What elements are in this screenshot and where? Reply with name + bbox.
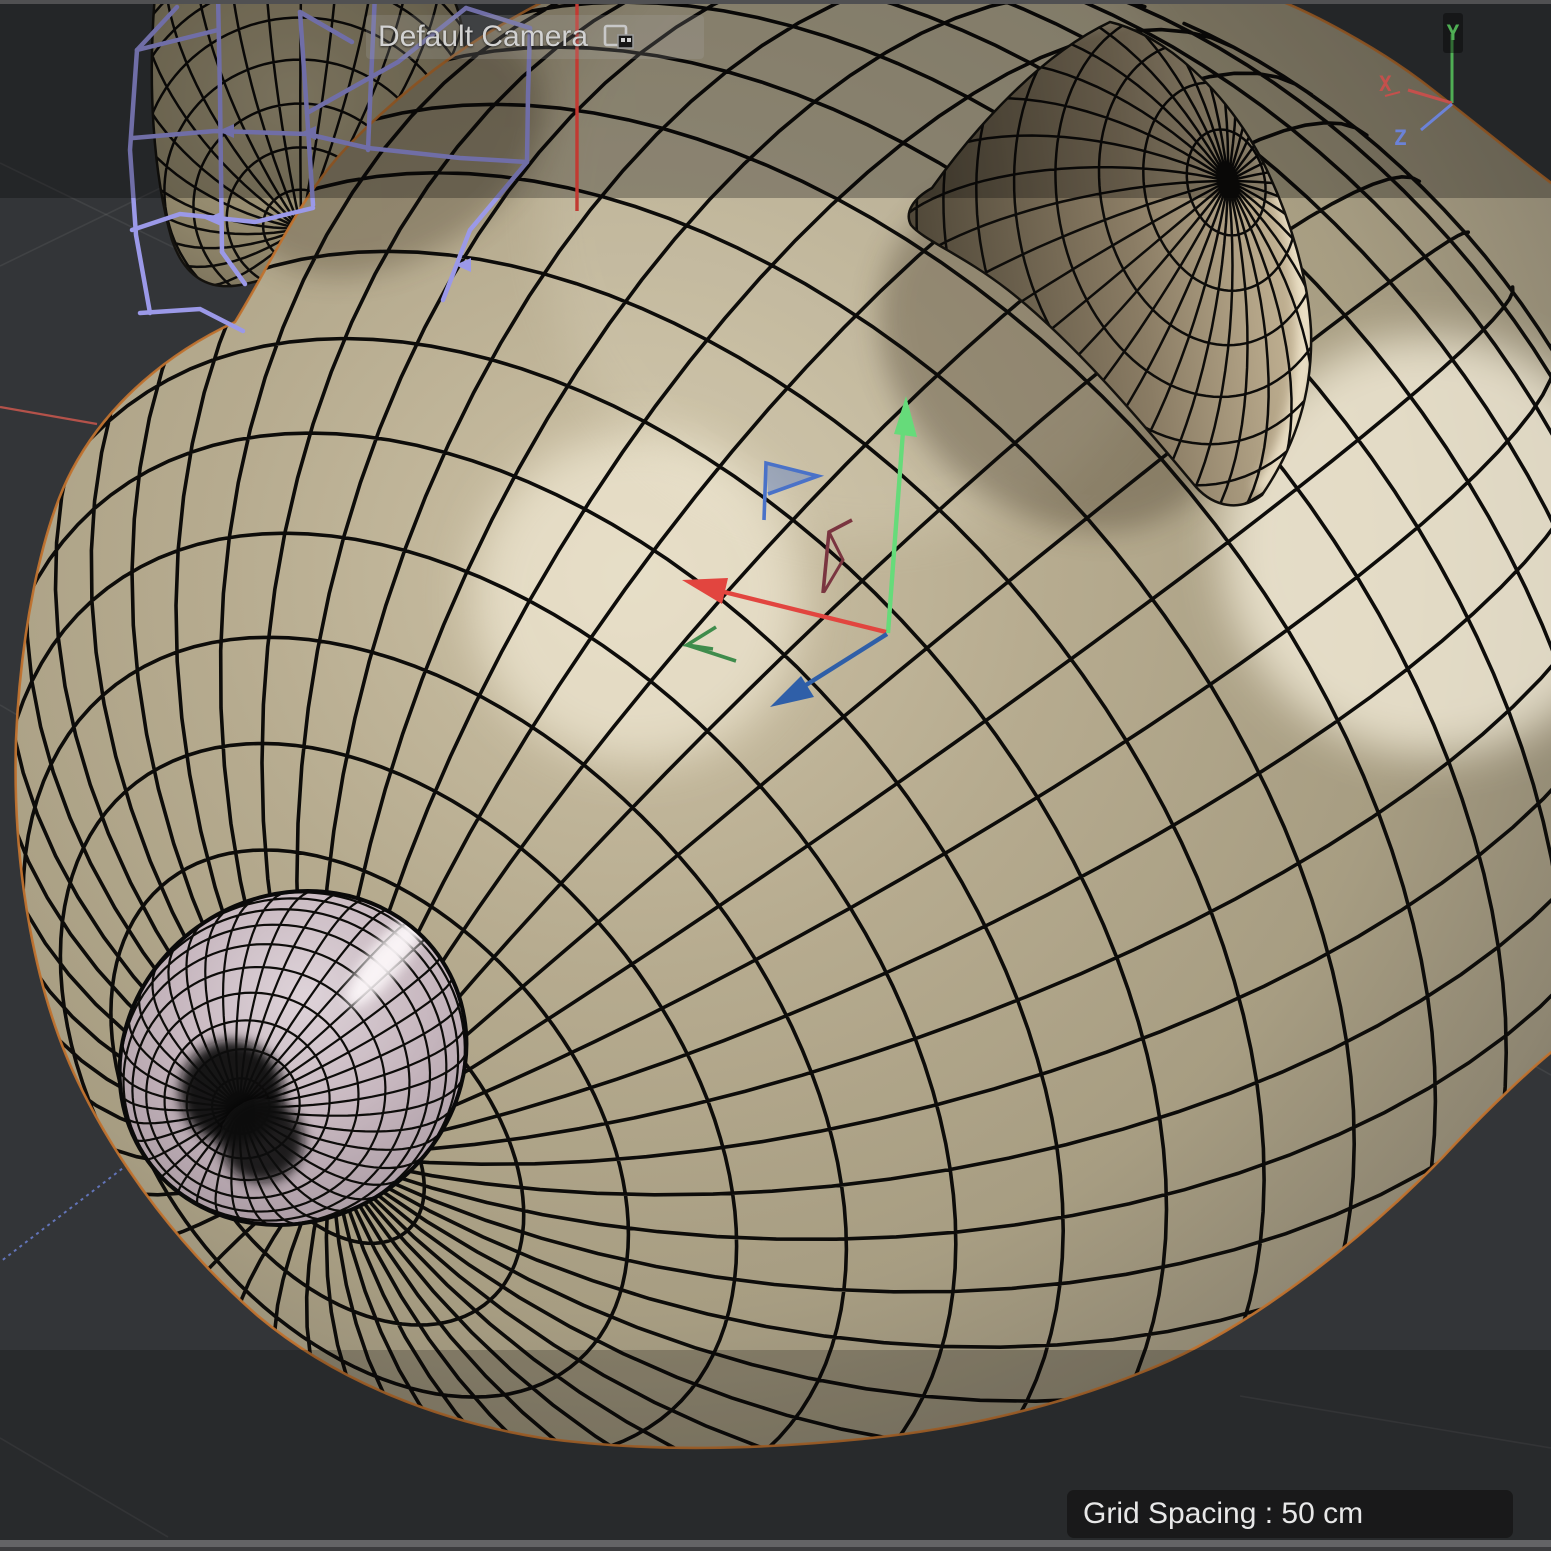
window-edge-top — [0, 0, 1551, 4]
scene-canvas — [0, 0, 1551, 1551]
camera-icon[interactable] — [600, 21, 638, 53]
camera-label[interactable]: Default Camera — [366, 15, 704, 59]
axis-x-label: X — [1379, 72, 1392, 96]
window-edge-bottom — [0, 1540, 1551, 1547]
axis-y-label: Y — [1443, 13, 1463, 53]
camera-label-text: Default Camera — [378, 20, 588, 54]
3d-viewport[interactable]: Default Camera Grid Spacing : 50 cm Y X … — [0, 0, 1551, 1551]
render-band-top — [0, 0, 1551, 198]
grid-spacing-label: Grid Spacing : 50 cm — [1067, 1490, 1513, 1538]
window-edge-bottom-shadow — [0, 1547, 1551, 1551]
axis-z-label: Z — [1394, 126, 1407, 150]
